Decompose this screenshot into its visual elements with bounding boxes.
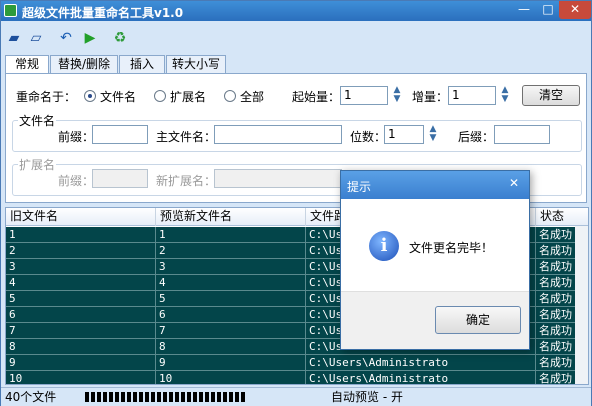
window-title: 超级文件批量重命名工具v1.0 — [22, 6, 184, 20]
new-ext-label: 新扩展名： — [156, 174, 217, 188]
info-dialog: 提示 ✕ i 文件更名完毕！ 确定 — [340, 170, 530, 350]
step-label: 增量： — [412, 90, 449, 104]
main-name-label: 主文件名： — [156, 130, 217, 144]
vertical-scrollbar[interactable] — [575, 226, 588, 384]
cell-old-name: 5 — [6, 291, 156, 307]
maximize-button[interactable]: □ — [537, 1, 559, 19]
toolbar: ▰ ▱ ↶ ▶ ♻ — [1, 27, 591, 51]
cell-new-name: 3 — [156, 259, 306, 275]
step-spinner[interactable]: ▲ ▼ — [498, 86, 512, 105]
prefix-label: 前缀： — [58, 130, 95, 144]
digits-input[interactable]: 1 — [384, 125, 424, 144]
cell-new-name: 6 — [156, 307, 306, 323]
cell-new-name: 8 — [156, 339, 306, 355]
open-file-icon[interactable]: ▱ — [27, 30, 45, 46]
step-input[interactable]: 1 — [448, 86, 496, 105]
filename-group-legend: 文件名 — [18, 112, 57, 129]
undo-icon[interactable]: ↶ — [57, 30, 75, 46]
cell-old-name: 9 — [6, 355, 156, 371]
main-name-input[interactable] — [214, 125, 342, 144]
digits-label: 位数： — [350, 130, 387, 144]
tab-insert[interactable]: 插入 — [119, 55, 165, 74]
start-input[interactable]: 1 — [340, 86, 388, 105]
dialog-footer: 确定 — [341, 291, 529, 349]
cell-old-name: 4 — [6, 275, 156, 291]
radio-all-label[interactable]: 全部 — [240, 88, 264, 105]
dialog-message: 文件更名完毕！ — [409, 241, 494, 255]
ext-prefix-label: 前缀： — [58, 174, 95, 188]
extension-group-legend: 扩展名 — [18, 156, 57, 173]
status-bar: 40个文件 自动预览 - 开 — [1, 387, 591, 406]
cell-new-name: 9 — [156, 355, 306, 371]
cell-old-name: 10 — [6, 371, 156, 384]
cell-new-name: 5 — [156, 291, 306, 307]
table-row[interactable]: 9 9 C:\Users\Administrato 名成功 — [6, 355, 588, 371]
prefix-input[interactable] — [92, 125, 148, 144]
start-label: 起始量： — [292, 90, 341, 104]
title-bar: 超级文件批量重命名工具v1.0 — □ ✕ — [1, 1, 591, 21]
cell-old-name: 1 — [6, 227, 156, 243]
col-status[interactable]: 状态 — [536, 208, 588, 226]
col-old-name[interactable]: 旧文件名 — [6, 208, 156, 226]
file-count: 40个文件 — [5, 390, 57, 404]
cell-new-name: 10 — [156, 371, 306, 384]
dialog-title-bar: 提示 ✕ — [341, 171, 529, 199]
open-folder-icon[interactable]: ▰ — [5, 30, 23, 46]
clear-button[interactable]: 清空 — [522, 85, 580, 106]
dialog-body: i 文件更名完毕！ — [341, 199, 529, 281]
ok-button[interactable]: 确定 — [435, 306, 521, 334]
dialog-title: 提示 — [347, 180, 372, 194]
cell-old-name: 2 — [6, 243, 156, 259]
cell-new-name: 1 — [156, 227, 306, 243]
col-new-name[interactable]: 预览新文件名 — [156, 208, 306, 226]
new-ext-input[interactable] — [214, 169, 342, 188]
radio-extension-label[interactable]: 扩展名 — [170, 88, 206, 105]
suffix-label: 后缀： — [458, 130, 495, 144]
progress-bar — [85, 392, 245, 402]
radio-filename-label[interactable]: 文件名 — [100, 88, 136, 105]
radio-filename[interactable] — [84, 90, 96, 102]
run-icon[interactable]: ▶ — [81, 30, 99, 46]
radio-all[interactable] — [224, 90, 236, 102]
app-icon — [4, 4, 17, 17]
cell-path: C:\Users\Administrato — [306, 355, 536, 371]
start-spinner[interactable]: ▲ ▼ — [390, 86, 404, 105]
info-icon: i — [369, 231, 399, 261]
rename-target-label: 重命名于： — [16, 90, 77, 104]
auto-preview-status: 自动预览 - 开 — [331, 390, 403, 404]
cell-old-name: 3 — [6, 259, 156, 275]
tab-general[interactable]: 常规 — [5, 55, 49, 75]
cell-path: C:\Users\Administrato — [306, 371, 536, 384]
suffix-input[interactable] — [494, 125, 550, 144]
digits-spinner[interactable]: ▲ ▼ — [426, 125, 440, 144]
ext-prefix-input[interactable] — [92, 169, 148, 188]
cell-new-name: 7 — [156, 323, 306, 339]
tab-replace-delete[interactable]: 替换/删除 — [50, 55, 118, 74]
tab-case[interactable]: 转大小写 — [166, 55, 226, 74]
close-button[interactable]: ✕ — [559, 1, 591, 19]
cell-new-name: 2 — [156, 243, 306, 259]
radio-extension[interactable] — [154, 90, 166, 102]
cell-new-name: 4 — [156, 275, 306, 291]
cell-old-name: 8 — [6, 339, 156, 355]
table-row[interactable]: 10 10 C:\Users\Administrato 名成功 — [6, 371, 588, 384]
recycle-icon[interactable]: ♻ — [111, 30, 129, 46]
cell-old-name: 7 — [6, 323, 156, 339]
dialog-close-icon[interactable]: ✕ — [509, 176, 519, 190]
minimize-button[interactable]: — — [511, 1, 537, 19]
cell-old-name: 6 — [6, 307, 156, 323]
